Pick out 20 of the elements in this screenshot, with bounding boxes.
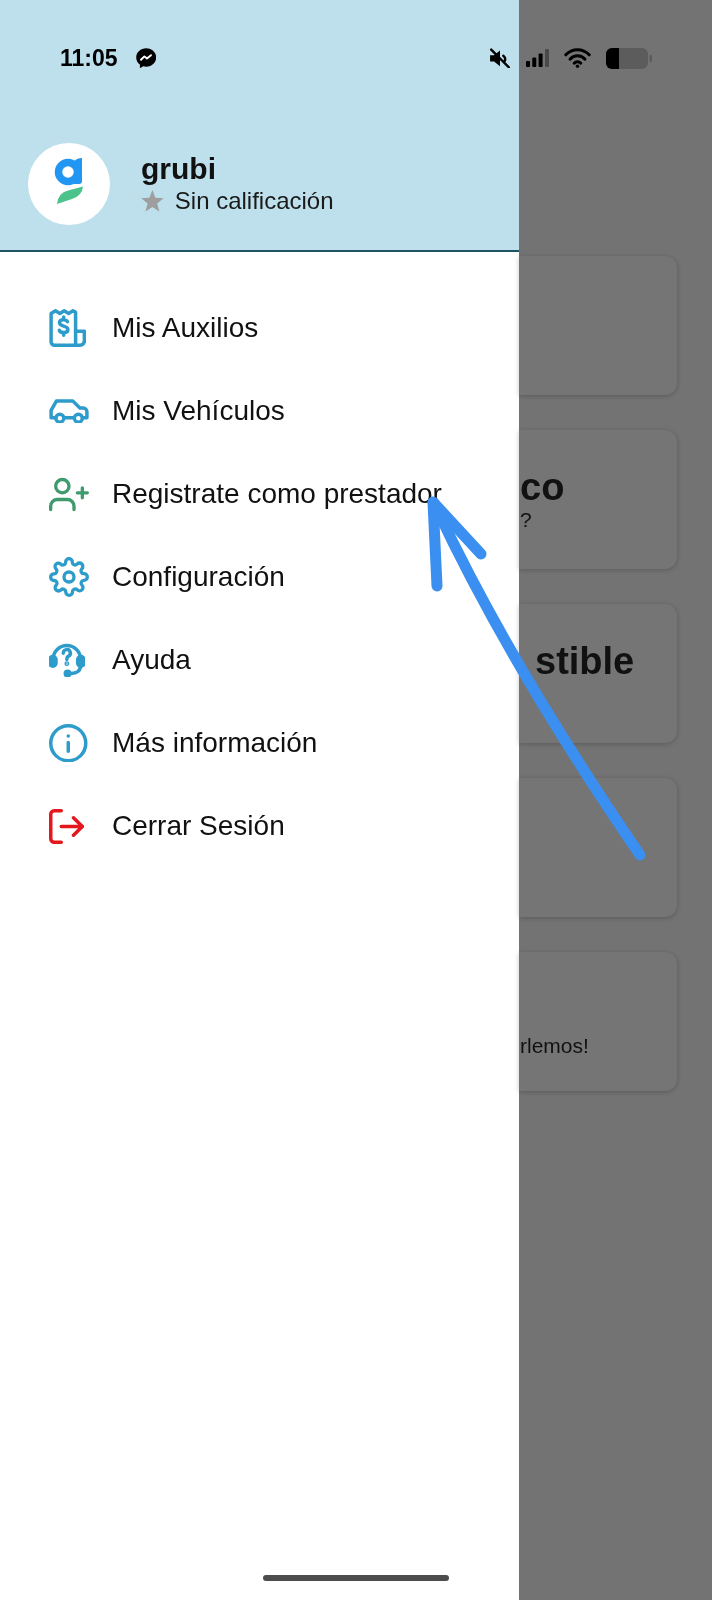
card-title: co — [520, 467, 565, 507]
star-icon — [141, 190, 164, 212]
menu-item[interactable]: Mis Vehículos — [49, 389, 285, 433]
card-subtitle: ? — [520, 507, 532, 533]
card-title: stible — [535, 641, 635, 681]
menu-item[interactable]: Más información — [49, 721, 318, 765]
chat-bubble-icon — [135, 47, 156, 69]
wifi-icon — [564, 48, 591, 68]
menu-item[interactable]: Configuración — [49, 555, 285, 599]
profile-name: grubi — [141, 152, 217, 186]
signal-icon — [526, 49, 549, 67]
card-subtitle: rlemos! — [520, 1033, 589, 1059]
menu-item[interactable]: Ayuda — [49, 638, 191, 682]
menu-item[interactable]: Registrate como prestador — [49, 472, 442, 516]
menu-item[interactable]: Cerrar Sesión — [49, 804, 285, 848]
logo-icon — [28, 143, 110, 225]
menu-item[interactable]: Mis Auxilios — [49, 306, 259, 350]
rating-label: Sin calificación — [174, 186, 334, 216]
status-time: 11:05 — [60, 44, 118, 72]
speaker-muted-icon — [489, 47, 511, 69]
